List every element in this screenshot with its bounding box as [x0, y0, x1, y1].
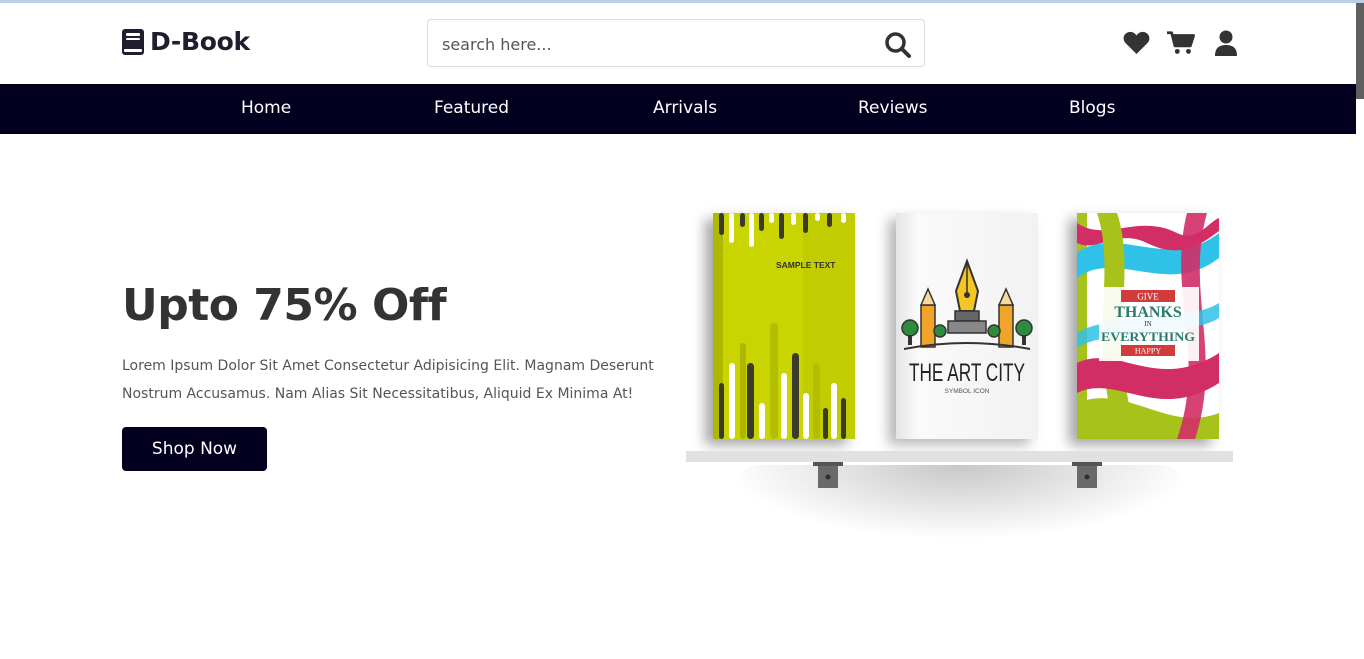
scrollbar-thumb[interactable]: [1356, 3, 1364, 99]
main-nav: Home Featured Arrivals Reviews Blogs: [0, 84, 1356, 134]
header-actions: [1122, 30, 1240, 56]
user-icon[interactable]: [1212, 30, 1240, 56]
cart-icon[interactable]: [1167, 30, 1195, 56]
search-box: [427, 19, 925, 68]
book-shelf-illustration: SAMPLE TEXT THE ART CITY SYMBOL ICON GIV…: [680, 205, 1240, 560]
nav-home[interactable]: Home: [241, 98, 291, 118]
book3-cover-line3: IN: [1144, 320, 1151, 328]
shelf-bracket-left: [813, 462, 843, 488]
lime-cover-art: SAMPLE TEXT: [713, 213, 855, 439]
nav-featured[interactable]: Featured: [434, 98, 509, 118]
book-icon: [122, 28, 144, 55]
book1-cover-text: SAMPLE TEXT: [776, 260, 836, 270]
shelf-shadow: [725, 465, 1195, 540]
shop-now-button[interactable]: Shop Now: [122, 427, 267, 471]
site-header: D-Book: [0, 3, 1356, 84]
art-city-cover-art: THE ART CITY SYMBOL ICON: [896, 213, 1038, 439]
search-input[interactable]: [440, 20, 874, 68]
nav-reviews[interactable]: Reviews: [858, 98, 928, 118]
book-cover-lime[interactable]: SAMPLE TEXT: [713, 213, 855, 439]
shelf-plank: [686, 451, 1233, 462]
nav-blogs[interactable]: Blogs: [1069, 98, 1115, 118]
book-cover-art-city[interactable]: THE ART CITY SYMBOL ICON: [896, 213, 1038, 439]
scrollbar-track[interactable]: [1356, 3, 1364, 659]
book3-cover-line5: HAPPY: [1135, 347, 1161, 356]
brand-logo[interactable]: D-Book: [122, 27, 250, 56]
nav-arrivals[interactable]: Arrivals: [653, 98, 717, 118]
heart-icon[interactable]: [1122, 30, 1150, 56]
book2-cover-title: THE ART CITY: [909, 359, 1025, 387]
book-cover-give-thanks[interactable]: GIVE THANKS IN EVERYTHING HAPPY: [1077, 213, 1219, 439]
book3-cover-line4: EVERYTHING: [1101, 329, 1195, 344]
hero-description: Lorem Ipsum Dolor Sit Amet Consectetur A…: [122, 358, 654, 402]
book3-cover-line2: THANKS: [1114, 304, 1182, 321]
search-icon[interactable]: [884, 31, 912, 59]
hero-title: Upto 75% Off: [122, 280, 447, 331]
shelf-bracket-right: [1072, 462, 1102, 488]
give-thanks-cover-art: GIVE THANKS IN EVERYTHING HAPPY: [1077, 213, 1219, 439]
book2-cover-subtitle: SYMBOL ICON: [945, 388, 990, 395]
brand-name: D-Book: [150, 27, 250, 56]
book3-cover-line1: GIVE: [1137, 292, 1159, 302]
